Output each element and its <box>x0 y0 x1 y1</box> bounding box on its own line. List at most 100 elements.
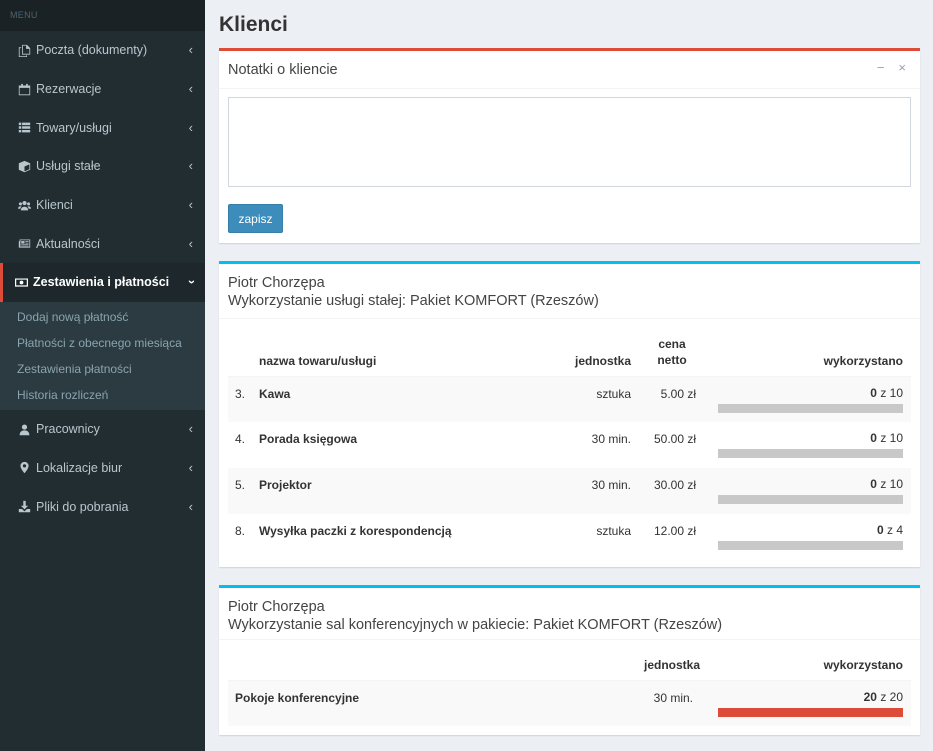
row-unit: 30 min. <box>548 468 638 514</box>
row-name: Kawa <box>252 376 548 422</box>
col-price-top: cena <box>658 336 686 351</box>
services-box: Piotr Chorzępa Wykorzystanie usługi stał… <box>219 261 920 567</box>
row-used: 20 z 20 <box>706 680 911 726</box>
money-icon <box>14 275 28 289</box>
row-used: 0 z 10 <box>706 422 911 468</box>
row-unit: 30 min. <box>591 432 631 446</box>
box-tools: − × <box>877 60 906 75</box>
col-price: cena netto <box>638 319 706 377</box>
copy-icon <box>17 43 31 57</box>
sidebar-item-label: Towary/usługi <box>36 120 112 135</box>
notes-box-header: Notatki o kliencie − × <box>219 51 920 89</box>
save-button[interactable]: zapisz <box>228 204 283 233</box>
notes-textarea[interactable] <box>228 97 911 187</box>
chevron-left-icon: ‹ <box>188 459 193 475</box>
sidebar-item-label: Usługi stałe <box>36 159 101 174</box>
sidebar-item-zestawienia[interactable]: Zestawienia i płatności ‹ <box>0 263 205 302</box>
download-icon <box>17 500 31 514</box>
menu-header: MENU <box>0 0 205 31</box>
main-content: Klienci Notatki o kliencie − × zapisz Pi… <box>205 0 933 751</box>
chevron-left-icon: ‹ <box>188 119 193 135</box>
usage-progress-bar <box>718 707 903 717</box>
client-name: Piotr Chorzępa <box>228 275 325 291</box>
sidebar-item-pracownicy[interactable]: Pracownicy ‹ <box>0 410 205 449</box>
minimize-icon[interactable]: − <box>877 60 885 75</box>
row-unit: sztuka <box>548 376 638 422</box>
row-name: Wysyłka paczki z korespondencją <box>259 524 452 538</box>
row-number: 3. <box>228 376 252 422</box>
row-name: Porada księgowa <box>259 432 358 446</box>
used-total: z 20 <box>880 689 903 704</box>
table-row: Pokoje konferencyjne 30 min. 20 z 20 <box>228 680 911 726</box>
sidebar-item-uslugi-stale[interactable]: Usługi stałe ‹ <box>0 147 205 186</box>
used-count: 0 <box>876 523 884 537</box>
map-marker-icon <box>17 461 31 475</box>
chevron-left-icon: ‹ <box>188 197 193 213</box>
row-used: 0 z 10 <box>706 376 911 422</box>
services-table: nazwa towaru/usługi jednostka cena netto… <box>228 319 911 560</box>
row-price: 50.00 zł <box>653 432 696 446</box>
submenu-item-zestawienia-platnosci[interactable]: Zestawienia płatności <box>0 356 205 382</box>
submenu-item-historia-rozliczen[interactable]: Historia rozliczeń <box>0 382 205 408</box>
chevron-down-icon: ‹ <box>182 280 198 285</box>
row-price: 30.00 zł <box>638 468 706 514</box>
rooms-box-header: Piotr Chorzępa Wykorzystanie sal konfere… <box>219 588 920 640</box>
sidebar-item-lokalizacje[interactable]: Lokalizacje biur ‹ <box>0 449 205 488</box>
usage-progress-bar <box>718 495 903 504</box>
submenu-item-dodaj-platnosc[interactable]: Dodaj nową płatność <box>0 304 205 330</box>
row-used: 0 z 10 <box>706 468 911 514</box>
list-icon <box>17 121 31 135</box>
chevron-left-icon: ‹ <box>188 421 193 437</box>
table-row: 5. Projektor 30 min. 30.00 zł 0 z 10 <box>228 468 911 514</box>
sidebar-item-label: Klienci <box>36 198 73 213</box>
col-price-bottom: netto <box>657 352 687 367</box>
row-price: 12.00 zł <box>653 524 696 538</box>
col-used: wykorzystano <box>706 319 911 377</box>
services-box-header: Piotr Chorzępa Wykorzystanie usługi stał… <box>219 264 920 319</box>
row-used: 0 z 4 <box>706 514 911 560</box>
sidebar-item-label: Pracownicy <box>36 422 100 437</box>
usage-progress-bar <box>718 403 903 413</box>
sidebar: MENU Poczta (dokumenty) ‹ Rezerwacje ‹ T… <box>0 0 205 751</box>
table-row: 8. Wysyłka paczki z korespondencją sztuk… <box>228 514 911 560</box>
row-unit: sztuka <box>596 524 631 538</box>
client-name: Piotr Chorzępa <box>228 599 325 615</box>
chevron-left-icon: ‹ <box>188 235 193 251</box>
calendar-icon <box>17 82 31 96</box>
row-number: 4. <box>235 432 246 446</box>
sidebar-item-label: Rezerwacje <box>36 82 102 97</box>
sidebar-item-poczta[interactable]: Poczta (dokumenty) ‹ <box>0 31 205 70</box>
chevron-left-icon: ‹ <box>188 498 193 514</box>
sidebar-item-label: Poczta (dokumenty) <box>36 43 148 58</box>
rooms-box: Piotr Chorzępa Wykorzystanie sal konfere… <box>219 585 920 735</box>
chevron-left-icon: ‹ <box>188 158 193 174</box>
sidebar-item-label: Lokalizacje biur <box>36 460 123 475</box>
sidebar-item-klienci[interactable]: Klienci ‹ <box>0 186 205 225</box>
sidebar-item-label: Pliki do pobrania <box>36 499 129 514</box>
sidebar-item-aktualnosci[interactable]: Aktualności ‹ <box>0 224 205 263</box>
chevron-left-icon: ‹ <box>188 81 193 97</box>
services-subtitle: Wykorzystanie usługi stałej: Pakiet KOMF… <box>228 293 599 309</box>
used-total: z 10 <box>880 385 903 400</box>
close-icon[interactable]: × <box>898 60 906 75</box>
col-used: wykorzystano <box>706 640 911 681</box>
table-row: 3. Kawa sztuka 5.00 zł 0 z 10 <box>228 376 911 422</box>
newspaper-icon <box>17 237 31 251</box>
row-name: Pokoje konferencyjne <box>228 680 586 726</box>
used-total: z 10 <box>880 477 903 491</box>
row-number: 5. <box>228 468 252 514</box>
sidebar-item-label: Aktualności <box>36 236 100 251</box>
sidebar-item-towary[interactable]: Towary/usługi ‹ <box>0 108 205 147</box>
sidebar-item-pliki[interactable]: Pliki do pobrania ‹ <box>0 487 205 526</box>
used-count: 20 <box>863 689 877 704</box>
usage-progress-bar <box>718 449 903 458</box>
sidebar-item-rezerwacje[interactable]: Rezerwacje ‹ <box>0 70 205 109</box>
submenu-item-platnosci-miesiaca[interactable]: Płatności z obecnego miesiąca <box>0 330 205 356</box>
rooms-subtitle: Wykorzystanie sal konferencyjnych w paki… <box>228 617 723 633</box>
notes-title: Notatki o kliencie <box>228 62 338 78</box>
used-count: 0 <box>870 385 877 400</box>
row-price: 5.00 zł <box>638 376 706 422</box>
col-name <box>228 640 586 681</box>
col-name: nazwa towaru/usługi <box>252 319 548 377</box>
col-unit: jednostka <box>548 319 638 377</box>
